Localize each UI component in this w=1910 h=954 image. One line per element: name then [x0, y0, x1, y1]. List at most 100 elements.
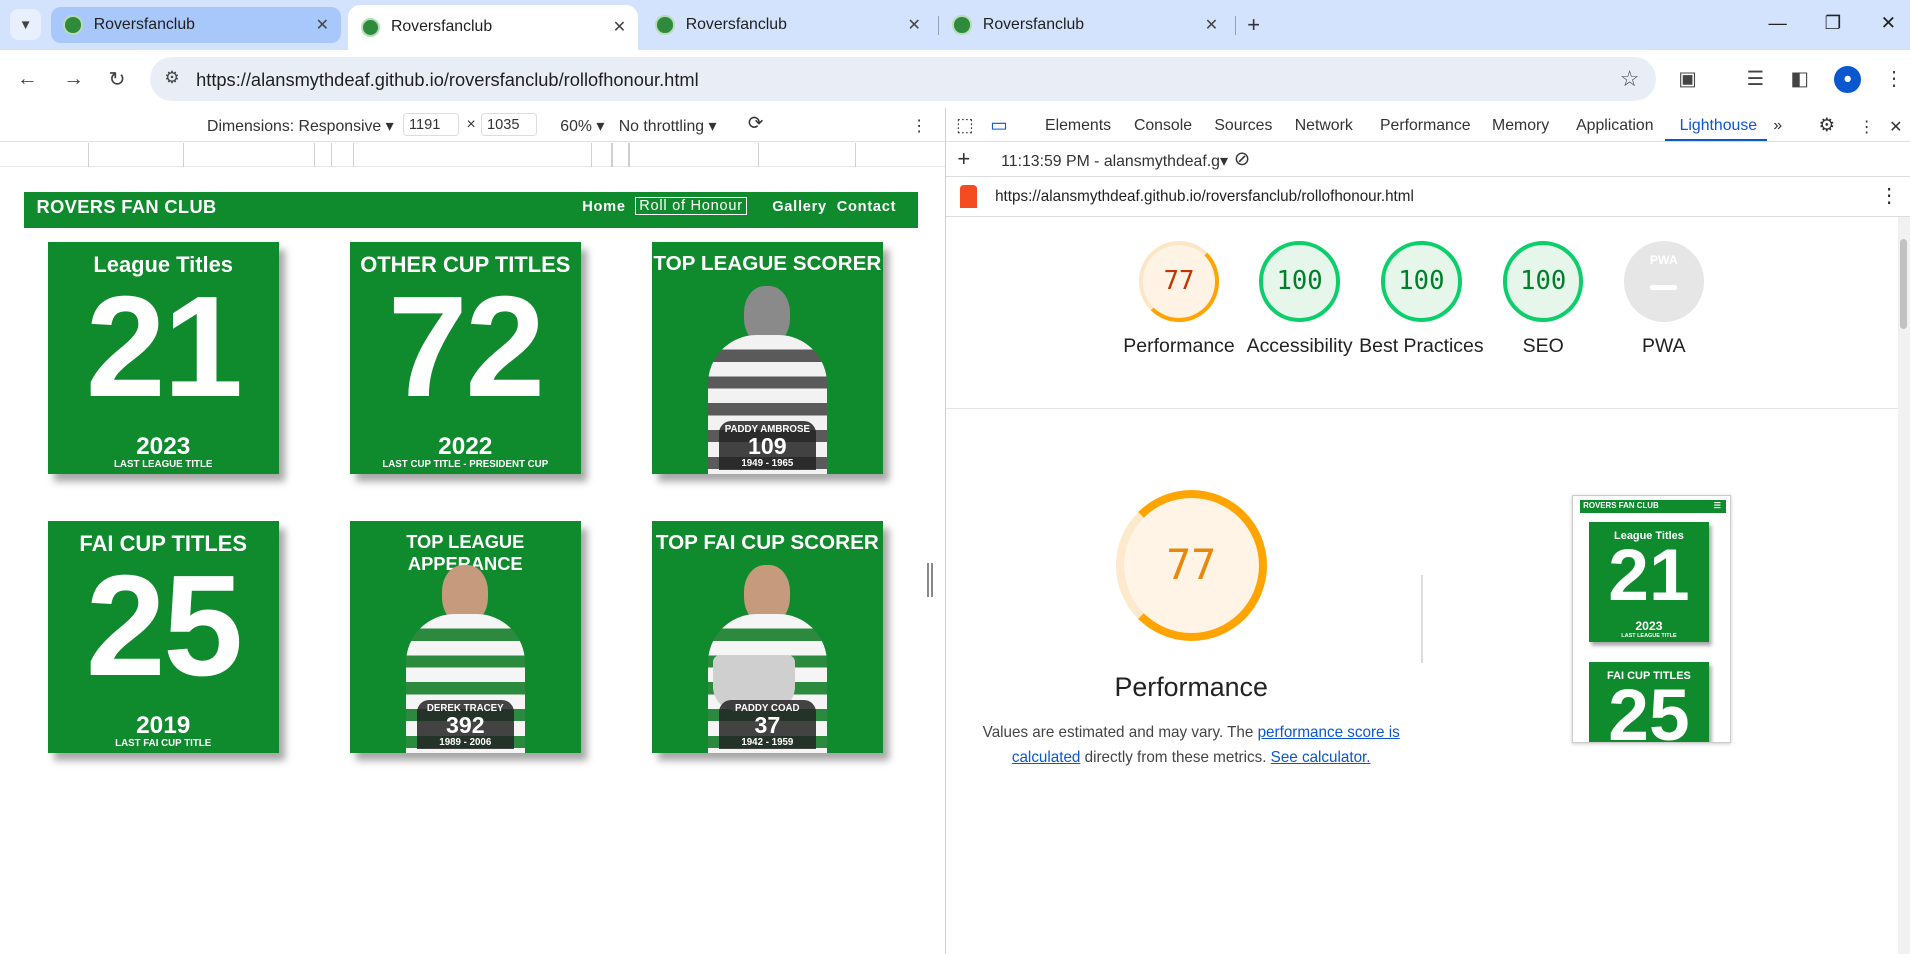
viewport-resize-handle[interactable] — [926, 562, 933, 597]
player-years: 1949 - 1965 — [741, 457, 794, 469]
player-badge: DEREK TRACEY 392 1989 - 2006 — [416, 700, 514, 750]
throttling-dropdown[interactable]: No throttling ▾ — [619, 116, 717, 136]
tab-strip: ▼ Roversfanclub ✕ Roversfanclub ✕ Rovers… — [0, 0, 1910, 50]
media-controls-icon[interactable]: ☰ — [1747, 67, 1764, 91]
close-icon[interactable]: ✕ — [613, 17, 626, 37]
tab-title: Roversfanclub — [685, 15, 787, 33]
tab-divider — [1235, 15, 1237, 36]
nav-link-gallery[interactable]: Gallery — [772, 199, 827, 215]
devtools-close-icon[interactable]: ✕ — [1889, 117, 1902, 137]
restore-icon[interactable]: ❐ — [1825, 12, 1841, 34]
card-subtitle: LAST LEAGUE TITLE — [113, 459, 213, 471]
favicon-icon — [360, 17, 380, 38]
url-text[interactable]: https://alansmythdeaf.github.io/roversfa… — [196, 69, 699, 91]
thumb-card: FAI CUP TITLES 25 — [1589, 662, 1709, 742]
tab-console[interactable]: Console — [1134, 117, 1192, 135]
lighthouse-logo-icon — [959, 185, 977, 209]
tab-lighthouse[interactable]: Lighthouse — [1680, 117, 1757, 135]
bookmark-star-icon[interactable]: ☆ — [1620, 66, 1640, 92]
card-number: 25 — [85, 546, 243, 707]
reload-icon[interactable]: ↻ — [108, 67, 125, 92]
device-width-input[interactable]: 1191 — [403, 113, 460, 137]
score-gauge-performance[interactable]: 77 — [1138, 241, 1220, 322]
extensions-icon[interactable]: ▣ — [1678, 67, 1696, 91]
zoom-dropdown[interactable]: 60% ▾ — [560, 116, 604, 136]
side-panel-icon[interactable]: ◧ — [1790, 67, 1808, 91]
favicon-icon — [952, 15, 972, 35]
card-title: TOP FAI CUP SCORER — [655, 531, 879, 555]
see-calculator-link[interactable]: See calculator. — [1271, 749, 1371, 766]
tab-search-button[interactable]: ▼ — [9, 8, 42, 41]
tab-application[interactable]: Application — [1576, 117, 1653, 135]
nav-link-roll-of-honour[interactable]: Roll of Honour — [634, 197, 748, 216]
back-arrow-icon[interactable]: ← — [17, 67, 38, 91]
device-toggle-icon[interactable]: ▭ — [990, 114, 1007, 136]
close-icon[interactable]: ✕ — [1205, 15, 1218, 35]
score-gauge-accessibility[interactable]: 100 — [1259, 241, 1340, 322]
more-tabs-icon[interactable]: » — [1773, 117, 1782, 135]
score-gauge-best-practices[interactable]: 100 — [1381, 241, 1462, 322]
card-title: TOP LEAGUE SCORER — [653, 252, 882, 276]
player-stat: 392 — [445, 711, 485, 738]
tab-elements[interactable]: Elements — [1045, 117, 1111, 135]
rotate-icon[interactable]: ⟳ — [748, 112, 763, 134]
new-tab-plus-icon[interactable]: + — [1247, 12, 1260, 38]
minimize-icon[interactable]: — — [1769, 12, 1787, 34]
browser-tab-active[interactable]: Roversfanclub ✕ — [348, 4, 639, 50]
nav-link-home[interactable]: Home — [582, 199, 626, 215]
device-height-input[interactable]: 1035 — [481, 113, 538, 137]
performance-big-gauge: 77 — [1115, 489, 1267, 641]
player-badge: PADDY AMBROSE 109 1949 - 1965 — [718, 421, 817, 471]
tab-sources[interactable]: Sources — [1214, 117, 1272, 135]
close-icon[interactable]: ✕ — [316, 15, 329, 35]
window-close-icon[interactable]: ✕ — [1881, 12, 1896, 34]
more-menu-icon[interactable]: ⋮ — [1884, 67, 1903, 91]
close-icon[interactable]: ✕ — [908, 15, 921, 35]
card-subtitle: LAST CUP TITLE - PRESIDENT CUP — [382, 459, 549, 471]
player-years: 1942 - 1959 — [741, 736, 794, 748]
score-gauge-seo[interactable]: 100 — [1503, 241, 1584, 322]
card-year: 2023 — [136, 432, 191, 460]
thumb-navbar: ROVERS FAN CLUB ☰ — [1579, 500, 1726, 513]
address-bar[interactable]: ⚙ https://alansmythdeaf.github.io/rovers… — [149, 57, 1657, 102]
report-menu-icon[interactable]: ⋮ — [1879, 184, 1898, 208]
device-more-icon[interactable]: ⋮ — [911, 116, 927, 136]
report-scrollbar[interactable] — [1897, 216, 1910, 954]
final-screenshot-thumbnail[interactable]: ROVERS FAN CLUB ☰ League Titles 21 2023 L… — [1572, 494, 1731, 743]
inspect-element-icon[interactable]: ⬚ — [956, 114, 973, 136]
tab-network[interactable]: Network — [1295, 117, 1353, 135]
media-query-ruler — [0, 142, 946, 167]
report-selector[interactable]: 11:13:59 PM - alansmythdeaf.g▾ — [1001, 151, 1228, 171]
profile-avatar[interactable]: ● — [1834, 65, 1862, 93]
performance-heading: Performance — [1114, 672, 1268, 703]
stat-card-top-league-scorer: TOP LEAGUE SCORER PADDY AMBROSE 109 1949… — [651, 242, 884, 474]
clear-reports-icon[interactable]: ⊘ — [1234, 147, 1250, 171]
site-info-icon[interactable]: ⚙ — [164, 68, 179, 88]
settings-gear-icon[interactable]: ⚙ — [1818, 114, 1834, 136]
site-logo[interactable]: ROVERS FAN CLUB — [37, 196, 217, 218]
score-label: SEO — [1522, 334, 1564, 357]
forward-arrow-icon[interactable]: → — [63, 67, 84, 91]
site-navbar: ROVERS FAN CLUB Home Roll of Honour Gall… — [24, 192, 919, 228]
browser-tab[interactable]: Roversfanclub ✕ — [940, 7, 1230, 42]
browser-tab[interactable]: Roversfanclub ✕ — [51, 7, 342, 43]
tab-divider — [937, 15, 940, 36]
score-label: Best Practices — [1359, 334, 1484, 357]
card-number: 21 — [85, 267, 243, 428]
hamburger-menu-icon: ☰ — [1713, 501, 1721, 511]
tab-memory[interactable]: Memory — [1492, 117, 1549, 135]
stat-card-top-league-appearance: TOP LEAGUE APPERANCE DEREK TRACEY 392 19… — [349, 521, 581, 753]
nav-link-contact[interactable]: Contact — [837, 199, 897, 215]
tab-title: Roversfanclub — [982, 15, 1085, 33]
browser-tab[interactable]: Roversfanclub ✕ — [643, 7, 933, 42]
tab-performance[interactable]: Performance — [1380, 117, 1471, 135]
dimensions-dropdown[interactable]: Dimensions: Responsive ▾ — [207, 116, 394, 136]
report-url[interactable]: https://alansmythdeaf.github.io/roversfa… — [995, 188, 1414, 205]
stat-card-top-fai-cup-scorer: TOP FAI CUP SCORER PADDY COAD 37 1942 - … — [651, 521, 884, 753]
card-number: 72 — [387, 267, 545, 428]
devtools-menu-icon[interactable]: ⋮ — [1859, 117, 1875, 137]
new-report-plus-icon[interactable]: + — [957, 146, 970, 172]
score-gauge-pwa[interactable]: PWA — [1623, 241, 1704, 322]
player-badge: PADDY COAD 37 1942 - 1959 — [718, 700, 817, 750]
score-label: Performance — [1123, 334, 1235, 357]
